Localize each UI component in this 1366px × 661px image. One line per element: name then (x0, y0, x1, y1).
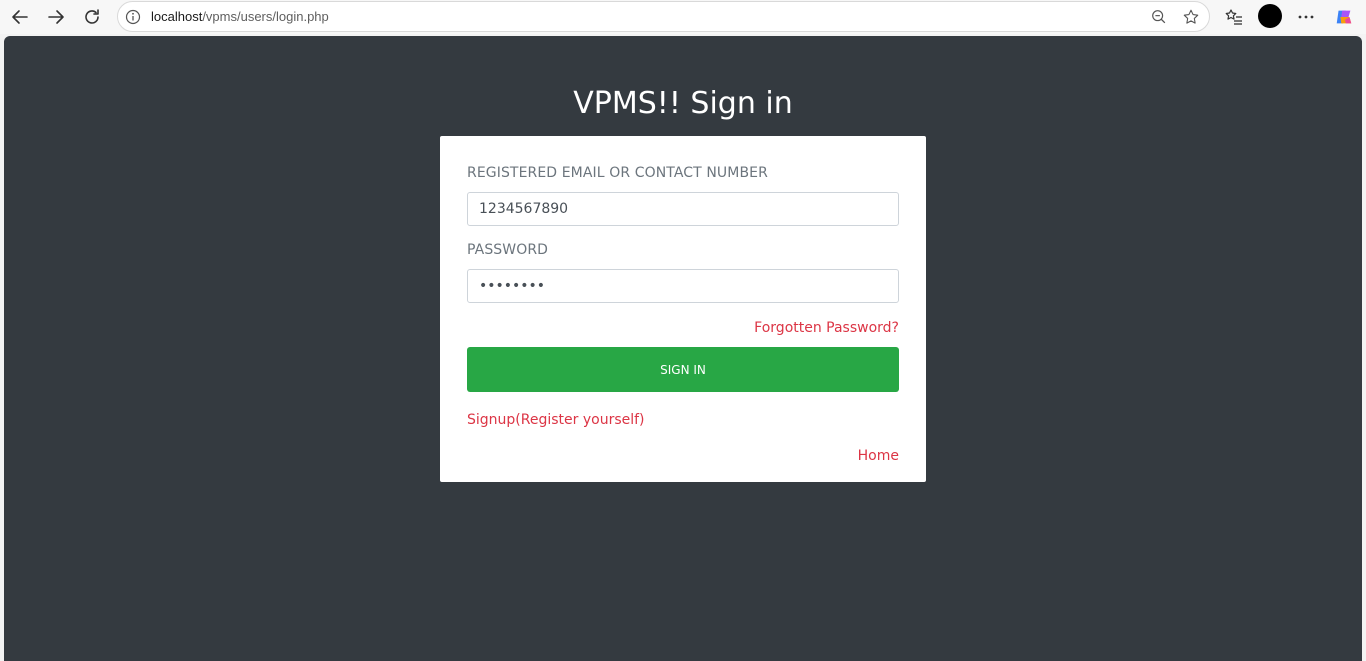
favorite-star-icon[interactable] (1181, 7, 1201, 27)
favorites-list-icon[interactable] (1220, 3, 1248, 31)
url-text[interactable]: localhost/vpms/users/login.php (151, 9, 329, 24)
address-bar[interactable]: localhost/vpms/users/login.php (117, 1, 1210, 32)
password-label: PASSWORD (467, 242, 549, 258)
page-title: VPMS!! Sign in (573, 86, 793, 121)
password-field[interactable]: •••••••• (467, 269, 899, 303)
login-card: REGISTERED EMAIL OR CONTACT NUMBER 12345… (440, 136, 926, 482)
more-options-icon[interactable] (1292, 3, 1320, 31)
profile-avatar[interactable] (1258, 4, 1282, 28)
page-viewport: VPMS!! Sign in REGISTERED EMAIL OR CONTA… (4, 36, 1362, 661)
forward-arrow-icon[interactable] (42, 3, 70, 31)
signup-link[interactable]: Signup(Register yourself) (467, 412, 645, 428)
email-field[interactable]: 1234567890 (467, 192, 899, 226)
home-link[interactable]: Home (858, 448, 899, 464)
url-host: localhost (151, 9, 203, 24)
browser-toolbar: localhost/vpms/users/login.php (0, 0, 1366, 34)
zoom-out-icon[interactable] (1149, 7, 1169, 27)
reload-icon[interactable] (78, 3, 106, 31)
sign-in-button[interactable]: SIGN IN (467, 347, 899, 392)
email-label: REGISTERED EMAIL OR CONTACT NUMBER (467, 165, 768, 181)
info-icon[interactable] (125, 9, 141, 25)
copilot-icon[interactable] (1330, 3, 1358, 31)
back-arrow-icon[interactable] (6, 3, 34, 31)
forgot-password-link[interactable]: Forgotten Password? (754, 320, 899, 336)
url-path: /vpms/users/login.php (202, 9, 329, 24)
